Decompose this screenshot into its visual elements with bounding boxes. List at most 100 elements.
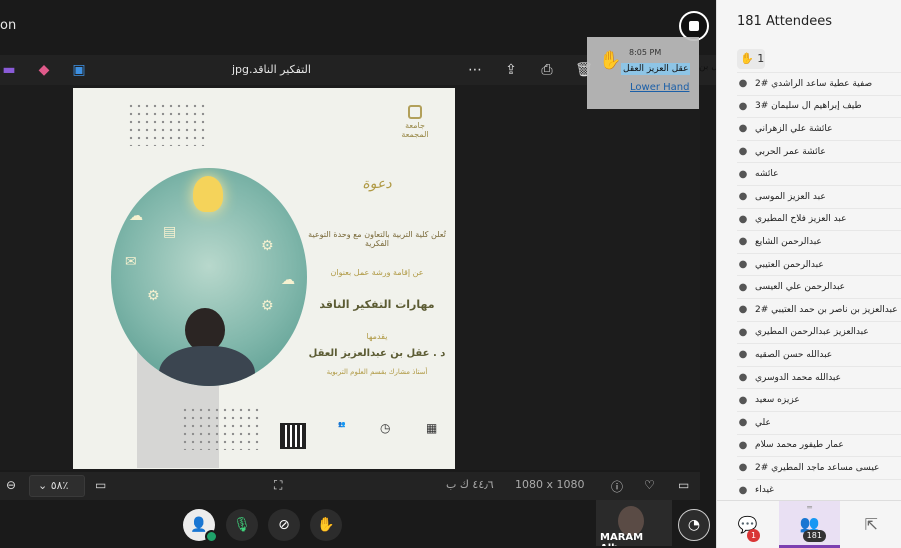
crop-icon[interactable]: ⛶ <box>274 478 282 493</box>
calendar-icon: ▦ <box>426 421 438 435</box>
attendee-name: عبدالرحمن علي العيسى <box>755 282 846 293</box>
document-icon: ▤ <box>163 224 177 240</box>
university-logo: جامعة المجمعة <box>391 105 439 145</box>
chat-bubble-icon: ☁ <box>281 272 295 288</box>
file-size: ٤٤٫٦ ك ب <box>446 478 494 491</box>
chat-bubble-icon: ☁ <box>129 208 143 224</box>
attendee-row[interactable]: ● عبدالرحمن الشايع <box>737 230 901 253</box>
attendee-row[interactable]: ● عائشه <box>737 162 901 185</box>
attendee-row[interactable]: ● غيداء <box>737 478 901 497</box>
person-icon: ● <box>738 236 748 248</box>
microphone-button[interactable]: 🎙 <box>226 509 258 541</box>
gear-icon: ⚙ <box>261 238 274 254</box>
presenter-video-tile[interactable]: MARAM Alh... <box>596 500 672 546</box>
attendee-row[interactable]: ● عائشة عمر الحربي <box>737 139 901 163</box>
person-icon: ● <box>738 100 748 112</box>
panel-tabs: 💬 1 ═ 👥 181 ⇱ <box>717 500 901 548</box>
person-icon: ● <box>738 484 748 496</box>
hand-icon: ✋ <box>599 50 622 71</box>
person-icon: ● <box>738 394 748 406</box>
file-name: التفكير الناقد.jpg <box>232 63 311 76</box>
attendee-row[interactable]: ● عبد العزيز الموسى <box>737 184 901 208</box>
attendee-row[interactable]: ● عبدالله حسن الصقيه <box>737 343 901 366</box>
tab-chat[interactable]: 💬 1 <box>717 501 779 548</box>
person-icon: ● <box>738 349 748 361</box>
attendee-row[interactable]: ● عبدالرحمن علي العيسى <box>737 275 901 298</box>
attendee-row[interactable]: ● طيف إبراهيم ال سليمان #3 <box>737 94 901 118</box>
attendee-name: عبدالرحمن الشايع <box>755 236 822 247</box>
person-icon: ● <box>738 304 748 316</box>
person-icon: ● <box>738 439 748 451</box>
attendee-row[interactable]: ● عبدالرحمن العتيبي <box>737 252 901 276</box>
share-icon: ⇱ <box>864 515 878 534</box>
attendee-row[interactable]: ● عبدالعزيز عبدالرحمن المطيري <box>737 320 901 344</box>
camera-off-button[interactable]: ⊘ <box>268 509 300 541</box>
notification-time: 8:05 PM <box>629 48 662 57</box>
info-icon[interactable]: ⓘ <box>611 478 623 495</box>
attendee-list: ● صفية عطية ساعد الراشدي #2 ● طيف إبراهيم ا… <box>737 72 901 497</box>
attendee-name: عزيزه سعيد <box>755 395 800 406</box>
attendee-row[interactable]: ● عبد العزيز فلاح المطيري <box>737 207 901 231</box>
attendee-name: عبد العزيز الموسى <box>755 191 826 202</box>
attendee-name: عبدالرحمن العتيبي <box>755 259 824 270</box>
raise-hand-button[interactable]: ✋ <box>310 509 342 541</box>
fit-screen-icon[interactable]: ▭ <box>95 478 106 492</box>
poster-image: جامعة المجمعة دعوة ✉ ▤ ⚙ ☁ ⚙ ⚙ ☁ تُعلن ك… <box>73 88 455 469</box>
person-body <box>159 346 255 386</box>
truncated-name: ل بن <box>699 62 718 72</box>
zoom-select[interactable]: ⌄ ٥٨٪ <box>29 475 85 497</box>
person-icon: ● <box>738 213 748 225</box>
people-icon: 👥 <box>338 421 346 428</box>
poster-subtitle: عن إقامة ورشة عمل بعنوان <box>330 268 424 277</box>
attendee-row[interactable]: ● عيسى مساعد ماجد المطيري #2 <box>737 456 901 479</box>
photos-app-icon[interactable]: ▣ <box>70 61 88 79</box>
raise-hand-notification: ✋ 8:05 PM عقل العزيز العقل Lower Hand <box>587 37 699 109</box>
attendee-row[interactable]: ● عمار طيفور محمد سلام <box>737 433 901 457</box>
more-options-icon[interactable]: ⋯ <box>466 61 484 79</box>
status-ok-icon <box>205 530 218 543</box>
lower-hand-link[interactable]: Lower Hand <box>630 82 689 93</box>
image-canvas: جامعة المجمعة دعوة ✉ ▤ ⚙ ☁ ⚙ ⚙ ☁ تُعلن ك… <box>0 85 700 470</box>
zoom-out-icon[interactable]: ⊖ <box>6 478 16 492</box>
attendee-name: عبد العزيز فلاح المطيري <box>755 214 847 225</box>
layout-button[interactable]: ◔ <box>678 509 710 541</box>
viewer-controls: ⊖ ⌄ ٥٨٪ ▭ ⛶ ٤٤٫٦ ك ب 1080 x 1080 ⓘ ♡ ▭ <box>0 472 700 500</box>
attendee-row[interactable]: ● عزيزه سعيد <box>737 388 901 411</box>
print-icon[interactable]: ⎙ <box>538 61 556 79</box>
filmstrip-icon[interactable]: ▭ <box>678 478 689 492</box>
person-icon: ● <box>738 326 748 338</box>
person-icon: ● <box>738 259 748 271</box>
share-icon[interactable]: ⇪ <box>502 61 520 79</box>
poster-dots <box>127 102 209 146</box>
user-avatar-button[interactable]: 👤 <box>183 509 218 543</box>
person-icon: ● <box>738 462 748 474</box>
attendee-name: عائشه <box>755 169 779 180</box>
attendee-name: علي <box>755 417 771 428</box>
favorite-icon[interactable]: ♡ <box>644 478 655 492</box>
attendee-row[interactable]: ● صفية عطية ساعد الراشدي #2 <box>737 72 901 95</box>
attendee-name: عبدالعزيز عبدالرحمن المطيري <box>755 327 869 338</box>
drag-handle[interactable]: ═ <box>779 503 841 512</box>
app-icon-purple[interactable]: ▬ <box>0 61 18 79</box>
qr-code <box>280 423 306 449</box>
tab-attendees[interactable]: ═ 👥 181 <box>778 501 841 548</box>
attendee-name: عبدالله حسن الصقيه <box>755 349 833 360</box>
image-dimensions: 1080 x 1080 <box>515 478 585 491</box>
person-icon: ● <box>738 281 748 293</box>
tab-share[interactable]: ⇱ <box>840 501 901 548</box>
poster-dots <box>181 406 263 450</box>
attendee-name: عائشة علي الزهراني <box>755 123 833 134</box>
mail-icon: ✉ <box>125 254 137 270</box>
person-icon: ● <box>738 168 748 180</box>
attendee-row[interactable]: ● عبدالعزيز بن ناصر بن حمد العتيبي #2 <box>737 297 901 321</box>
poster-presenter-role: أستاذ مشارك بقسم العلوم التربوية <box>326 368 428 376</box>
attendee-row[interactable]: ● عائشة علي الزهراني <box>737 117 901 140</box>
app-icon-pink[interactable]: ◆ <box>35 61 53 79</box>
poster-illustration: ✉ ▤ ⚙ ☁ ⚙ ⚙ ☁ <box>111 168 307 386</box>
attendee-row[interactable]: ● عبدالله محمد الدوسري <box>737 365 901 389</box>
attendee-name: صفية عطية ساعد الراشدي #2 <box>755 78 873 89</box>
attendee-row[interactable]: ● علي <box>737 410 901 434</box>
person-icon: ● <box>738 146 748 158</box>
raised-hands-filter[interactable]: ✋ 1 <box>737 49 765 69</box>
poster-workshop-title: مهارات التفكير الناقد <box>319 298 435 311</box>
